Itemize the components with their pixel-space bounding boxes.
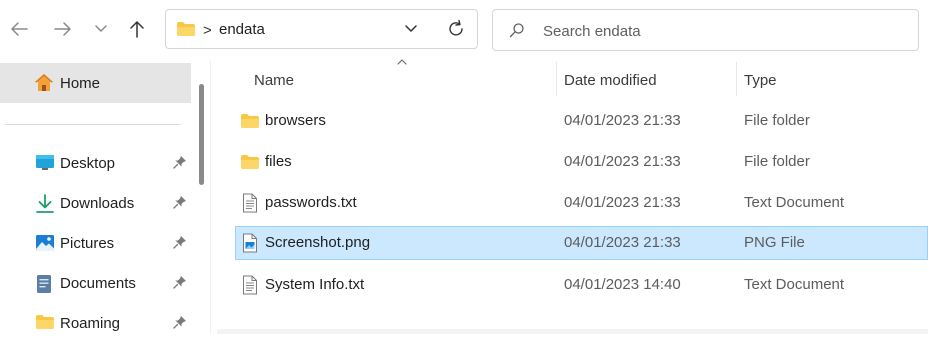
folder-icon (241, 114, 259, 128)
pin-icon[interactable] (173, 235, 187, 249)
file-date-modified: 04/01/2023 21:33 (564, 112, 681, 129)
column-header-date-modified[interactable]: Date modified (564, 72, 657, 89)
sort-ascending-icon (397, 59, 407, 65)
folder-icon (177, 22, 195, 36)
pin-icon[interactable] (173, 315, 187, 329)
sidebar-item-home[interactable]: Home (0, 63, 191, 103)
sidebar-divider (5, 124, 181, 125)
file-date-modified: 04/01/2023 21:33 (564, 234, 681, 251)
file-name: browsers (265, 112, 326, 129)
sidebar-scrollbar[interactable] (199, 84, 204, 185)
column-header-type[interactable]: Type (744, 72, 777, 89)
text-file-icon (243, 275, 257, 295)
file-name: files (265, 153, 292, 170)
arrow-left-icon (11, 22, 28, 36)
sidebar-item-label: Home (60, 75, 101, 92)
column-divider[interactable] (556, 62, 557, 96)
sidebar-item-downloads[interactable]: Downloads (0, 184, 195, 222)
download-icon (36, 194, 54, 213)
file-row-screenshot-png[interactable]: Screenshot.png 04/01/2023 21:33 PNG File (235, 226, 928, 260)
file-row-system-info-txt[interactable]: System Info.txt 04/01/2023 14:40 Text Do… (235, 268, 928, 302)
pane-divider (210, 60, 211, 334)
search-input[interactable] (541, 19, 905, 43)
documents-icon (37, 275, 51, 293)
folder-icon (241, 155, 259, 169)
sidebar-item-pictures[interactable]: Pictures (0, 224, 195, 262)
column-divider[interactable] (736, 62, 737, 96)
up-button[interactable] (122, 14, 152, 44)
desktop-icon (36, 155, 54, 170)
file-type: Text Document (744, 276, 845, 293)
sidebar-item-roaming[interactable]: Roaming (0, 304, 195, 342)
sidebar-item-label: Downloads (60, 195, 135, 212)
sidebar-item-label: Pictures (60, 235, 115, 252)
refresh-icon[interactable] (446, 19, 466, 39)
file-row-passwords-txt[interactable]: passwords.txt 04/01/2023 21:33 Text Docu… (235, 186, 928, 220)
chevron-down-icon (95, 25, 107, 32)
breadcrumb-endata[interactable]: endata (219, 21, 265, 38)
file-type: PNG File (744, 234, 805, 251)
arrow-up-icon (130, 21, 144, 38)
recent-locations-button[interactable] (86, 14, 116, 44)
horizontal-scrollbar[interactable] (217, 329, 928, 334)
file-row-files[interactable]: files 04/01/2023 21:33 File folder (235, 145, 928, 179)
pin-icon[interactable] (173, 155, 187, 169)
file-date-modified: 04/01/2023 14:40 (564, 276, 681, 293)
file-date-modified: 04/01/2023 21:33 (564, 194, 681, 211)
image-file-icon (243, 233, 257, 253)
file-row-browsers[interactable]: browsers 04/01/2023 21:33 File folder (235, 104, 928, 138)
address-bar[interactable]: > endata (165, 9, 478, 49)
folder-icon (36, 315, 54, 329)
sidebar-item-label: Roaming (60, 315, 121, 332)
pictures-icon (36, 235, 54, 251)
sidebar-item-documents[interactable]: Documents (0, 264, 195, 302)
search-box[interactable] (492, 9, 919, 51)
file-name: passwords.txt (265, 194, 357, 211)
chevron-down-icon[interactable] (404, 24, 418, 34)
file-name: Screenshot.png (265, 234, 371, 251)
breadcrumb-separator[interactable]: > (203, 22, 212, 39)
column-header-name[interactable]: Name (254, 72, 294, 89)
file-type: File folder (744, 112, 810, 129)
file-type: Text Document (744, 194, 845, 211)
sidebar-item-label: Documents (60, 275, 136, 292)
file-type: File folder (744, 153, 810, 170)
file-name: System Info.txt (265, 276, 365, 293)
arrow-right-icon (54, 22, 71, 36)
back-button[interactable] (4, 14, 34, 44)
sidebar-item-label: Desktop (60, 155, 116, 172)
pin-icon[interactable] (173, 275, 187, 289)
pin-icon[interactable] (173, 195, 187, 209)
text-file-icon (243, 193, 257, 213)
home-icon (35, 74, 53, 91)
file-date-modified: 04/01/2023 21:33 (564, 153, 681, 170)
sidebar-item-desktop[interactable]: Desktop (0, 144, 195, 182)
forward-button[interactable] (48, 14, 78, 44)
search-icon (509, 23, 524, 38)
